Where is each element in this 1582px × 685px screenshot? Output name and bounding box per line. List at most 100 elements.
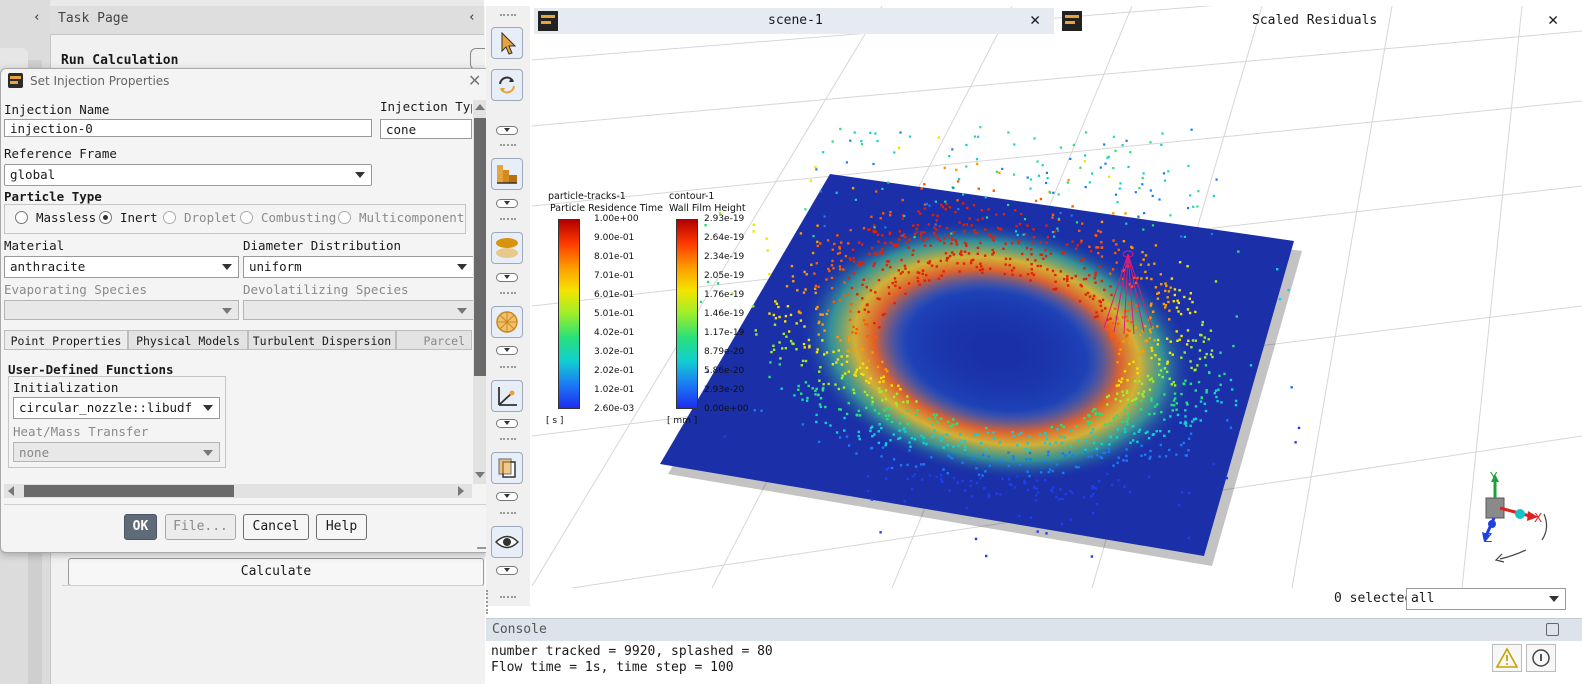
dialog-titlebar[interactable]: Set Injection Properties ✕	[0, 68, 490, 94]
particle	[1045, 532, 1048, 535]
scroll-up-icon[interactable]	[475, 104, 485, 110]
injection-name-field[interactable]: injection-0	[4, 119, 372, 137]
axes-button[interactable]	[491, 380, 523, 412]
console-undock-icon[interactable]	[1546, 623, 1559, 636]
ok-button[interactable]: OK	[124, 514, 157, 540]
axes-options-dropdown[interactable]	[496, 419, 518, 428]
copy-options-dropdown[interactable]	[496, 492, 518, 501]
console-output[interactable]: number tracked = 9920, splashed = 80 Flo…	[486, 641, 1582, 684]
radio-multicomponent[interactable]	[338, 211, 351, 224]
particle	[928, 204, 931, 207]
selection-filter-dropdown[interactable]: all	[1406, 588, 1566, 610]
calculate-button[interactable]: Calculate	[68, 558, 484, 586]
console-info-button[interactable]	[1526, 644, 1556, 672]
tab-point-properties[interactable]: Point Properties	[4, 330, 128, 350]
particle	[1104, 423, 1107, 426]
particle	[866, 490, 870, 493]
particle	[791, 275, 795, 278]
particle	[850, 286, 853, 290]
task-page-help-button[interactable]	[470, 48, 485, 70]
particle	[1002, 247, 1005, 250]
rotate-options-dropdown[interactable]	[496, 126, 518, 135]
particle	[1168, 351, 1172, 355]
help-button[interactable]: Help	[316, 514, 367, 540]
lighting-options-dropdown[interactable]	[496, 273, 518, 282]
tab-scene-1[interactable]: scene-1 ✕	[534, 8, 1054, 34]
tab-physical-models[interactable]: Physical Models	[128, 330, 248, 350]
particle	[984, 448, 988, 451]
radio-droplet[interactable]	[163, 211, 176, 224]
particle	[952, 476, 956, 480]
select-pointer-button[interactable]	[491, 27, 523, 59]
particle	[892, 395, 896, 398]
heat-mass-transfer-value: none	[19, 445, 50, 460]
particle	[1018, 514, 1021, 517]
tab-scaled-residuals[interactable]: Scaled Residuals ✕	[1058, 8, 1580, 34]
injection-name-label: Injection Name	[4, 102, 110, 117]
collapse-outline-icon[interactable]: ‹	[33, 10, 41, 25]
injection-type-dropdown[interactable]: cone	[380, 119, 472, 139]
scroll-down-icon[interactable]	[475, 472, 485, 478]
particle	[801, 359, 805, 363]
tab-scaled-residuals-close-icon[interactable]: ✕	[1548, 10, 1558, 30]
view-options-dropdown[interactable]	[496, 566, 518, 575]
diameter-distribution-dropdown[interactable]: uniform	[243, 256, 474, 278]
particle	[1060, 522, 1064, 526]
view-visibility-button[interactable]	[491, 526, 523, 558]
particle	[802, 342, 806, 346]
vertical-scroll-thumb[interactable]	[474, 118, 486, 376]
dialog-vertical-scrollbar[interactable]	[473, 100, 487, 484]
particle	[1119, 399, 1122, 403]
particle	[1045, 438, 1049, 441]
scroll-right-icon[interactable]	[458, 486, 464, 496]
particle	[1100, 413, 1103, 416]
particle	[1084, 154, 1087, 157]
initialization-dropdown[interactable]: circular_nozzle::libudf	[13, 397, 220, 419]
particle	[1064, 454, 1067, 457]
evaporating-species-dropdown[interactable]	[4, 300, 239, 320]
rotate-view-button[interactable]	[491, 69, 523, 101]
radio-massless[interactable]	[15, 211, 28, 224]
mesh-options-dropdown[interactable]	[496, 199, 518, 208]
horizontal-scroll-thumb[interactable]	[24, 485, 234, 497]
console-warning-button[interactable]	[1492, 644, 1522, 672]
particle	[1152, 433, 1155, 436]
particle	[899, 131, 902, 134]
devolatilizing-species-dropdown[interactable]	[243, 300, 474, 320]
particle	[965, 165, 968, 168]
particle	[1123, 370, 1127, 373]
file-button[interactable]: File...	[165, 514, 236, 540]
mesh-display-button[interactable]	[491, 158, 523, 190]
particle	[861, 283, 864, 286]
dialog-close-icon[interactable]: ✕	[468, 71, 481, 90]
tab-scene-1-close-icon[interactable]: ✕	[1030, 10, 1040, 30]
particle	[1095, 311, 1098, 314]
particle	[1190, 346, 1193, 349]
particle	[1210, 349, 1214, 352]
particle	[925, 442, 928, 446]
dialog-horizontal-scrollbar[interactable]	[4, 484, 472, 498]
particle	[1035, 479, 1039, 482]
radio-inert[interactable]	[99, 211, 112, 224]
collapse-left-icon[interactable]: ‹	[468, 10, 476, 25]
particle	[855, 368, 859, 371]
scroll-left-icon[interactable]	[8, 486, 14, 496]
particle	[834, 383, 837, 386]
particle	[858, 260, 861, 264]
cancel-button[interactable]: Cancel	[243, 514, 309, 540]
particle	[899, 388, 902, 391]
render-button[interactable]	[491, 306, 523, 338]
tab-turbulent-dispersion[interactable]: Turbulent Dispersion	[248, 330, 396, 350]
reference-frame-dropdown[interactable]: global	[4, 164, 372, 186]
tab-parcel[interactable]: Parcel	[396, 330, 472, 350]
colorbar-tick-label: 2.60e-03	[594, 404, 635, 414]
particle	[851, 248, 855, 251]
colorbar2-unit: [ mm ]	[667, 416, 698, 426]
heat-mass-transfer-dropdown[interactable]: none	[13, 442, 220, 462]
radio-combusting[interactable]	[240, 211, 253, 224]
material-dropdown[interactable]: anthracite	[4, 256, 239, 278]
render-options-dropdown[interactable]	[496, 346, 518, 355]
lighting-button[interactable]	[491, 232, 523, 264]
particle	[909, 445, 912, 448]
copy-view-button[interactable]	[491, 452, 523, 484]
